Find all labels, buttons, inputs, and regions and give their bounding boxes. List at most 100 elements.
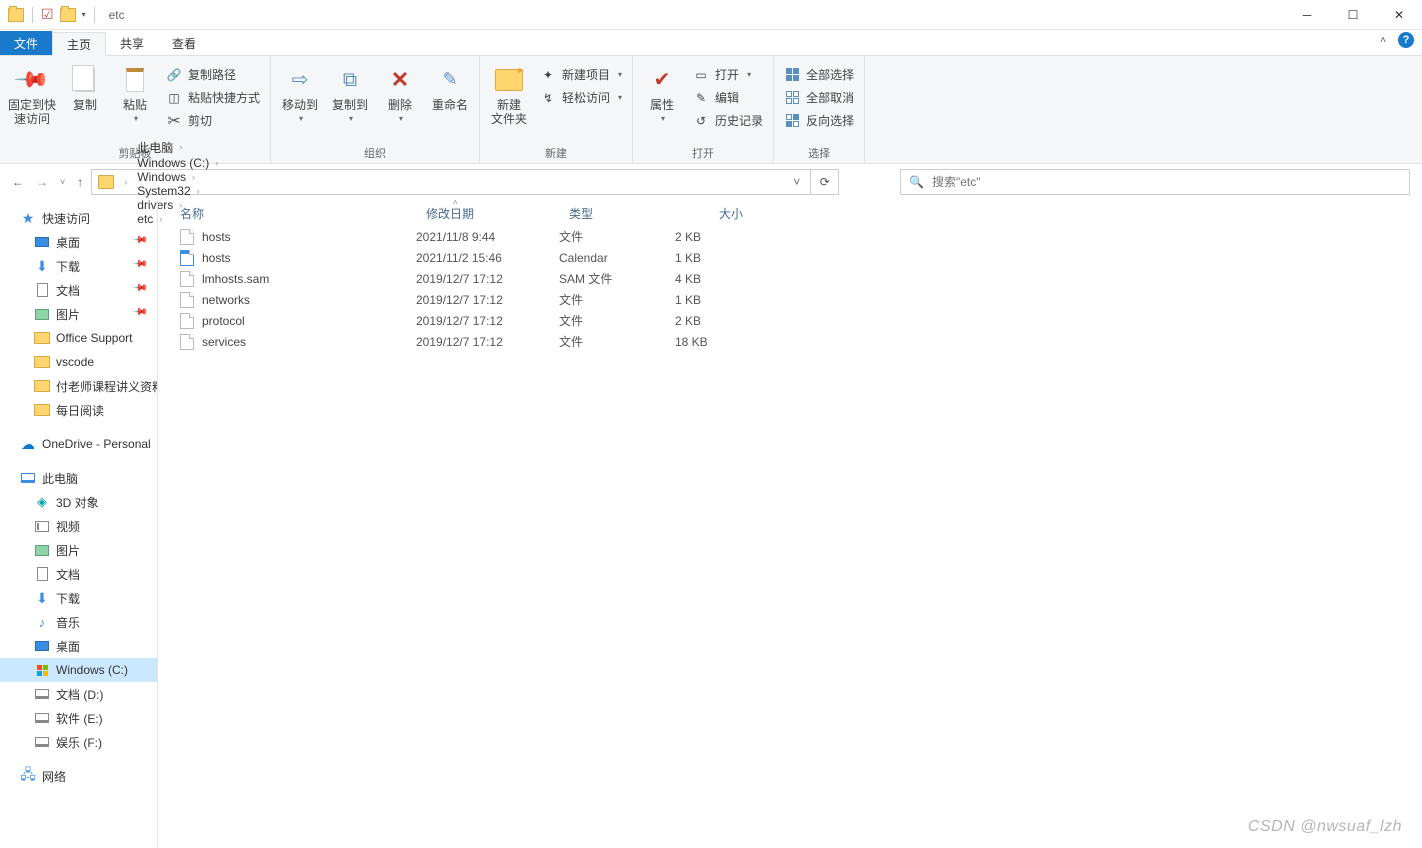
newfolder-button[interactable]: 新建 文件夹 — [486, 62, 532, 127]
label: 固定到快 速访问 — [8, 98, 56, 127]
close-button[interactable]: ✕ — [1376, 0, 1422, 30]
paste-shortcut-button[interactable]: ◫ 粘贴快捷方式 — [162, 87, 264, 108]
tree-item[interactable]: 桌面 — [0, 634, 157, 658]
chevron-right-icon[interactable]: › — [197, 186, 200, 196]
address-dropdown-button[interactable]: ˅ — [785, 175, 808, 189]
tree-item[interactable]: 每日阅读 — [0, 398, 157, 422]
tree-item-label: vscode — [56, 355, 94, 369]
tab-view[interactable]: 查看 — [158, 31, 210, 55]
tree-item[interactable]: 娱乐 (F:) — [0, 730, 157, 754]
copy-path-icon: 🔗 — [166, 67, 182, 83]
tree-item-label: 桌面 — [56, 234, 80, 251]
search-box[interactable]: 🔍 — [900, 169, 1410, 195]
copy-button[interactable]: 复制 — [62, 62, 108, 112]
up-button[interactable]: ↑ — [77, 175, 83, 189]
column-date[interactable]: 修改日期 — [416, 200, 559, 226]
breadcrumb-segment[interactable]: Windows (C:)› — [133, 156, 222, 170]
file-icon — [180, 292, 194, 308]
tree-item[interactable]: 文档📌 — [0, 278, 157, 302]
search-input[interactable] — [932, 175, 1401, 189]
address-bar[interactable]: › 此电脑›Windows (C:)›Windows›System32›driv… — [91, 169, 811, 195]
open-button[interactable]: ▭打开▾ — [689, 64, 767, 85]
label: 重命名 — [432, 98, 468, 112]
paste-shortcut-icon: ◫ — [166, 90, 182, 106]
file-row[interactable]: protocol 2019/12/7 17:12 文件 2 KB — [158, 310, 1422, 331]
tab-home[interactable]: 主页 — [52, 32, 106, 56]
tree-quickaccess[interactable]: ★快速访问 — [0, 206, 157, 230]
column-type[interactable]: 类型 — [559, 200, 675, 226]
chevron-right-icon[interactable]: › — [179, 142, 182, 152]
tree-item[interactable]: vscode — [0, 350, 157, 374]
maximize-button[interactable]: ☐ — [1330, 0, 1376, 30]
history-button[interactable]: ↺历史记录 — [689, 110, 767, 131]
breadcrumb-segment[interactable]: Windows› — [133, 170, 222, 184]
label: 粘贴快捷方式 — [188, 89, 260, 106]
selectall-button[interactable]: 全部选择 — [780, 64, 858, 85]
tree-onedrive[interactable]: ☁OneDrive - Personal — [0, 432, 157, 456]
refresh-button[interactable]: ⟳ — [811, 169, 839, 195]
copyto-button[interactable]: ⧉复制到▾ — [327, 62, 373, 124]
tree-item[interactable]: Windows (C:) — [0, 658, 157, 682]
breadcrumb-segment[interactable]: 此电脑› — [133, 139, 222, 156]
easyaccess-button[interactable]: ↯轻松访问▾ — [536, 87, 626, 108]
tree-item[interactable]: 文档 (D:) — [0, 682, 157, 706]
label: 历史记录 — [715, 112, 763, 129]
tree-item[interactable]: 桌面📌 — [0, 230, 157, 254]
tree-item[interactable]: 图片 — [0, 538, 157, 562]
file-row[interactable]: networks 2019/12/7 17:12 文件 1 KB — [158, 289, 1422, 310]
edit-button[interactable]: ✎编辑 — [689, 87, 767, 108]
group-label: 新建 — [486, 143, 626, 163]
rename-icon: ✎ — [442, 69, 457, 91]
file-row[interactable]: lmhosts.sam 2019/12/7 17:12 SAM 文件 4 KB — [158, 268, 1422, 289]
pin-icon: 📌 — [131, 280, 152, 301]
help-icon[interactable]: ? — [1398, 32, 1414, 48]
tree-item[interactable]: ♪音乐 — [0, 610, 157, 634]
rename-button[interactable]: ✎ 重命名 — [427, 62, 473, 112]
chevron-right-icon[interactable]: › — [215, 158, 218, 168]
column-size[interactable]: 大小 — [675, 200, 753, 226]
cut-button[interactable]: ✂剪切 — [162, 110, 264, 131]
moveto-button[interactable]: ⇨移动到▾ — [277, 62, 323, 124]
tree-network[interactable]: 🖧网络 — [0, 764, 157, 788]
column-name[interactable]: 名称 — [158, 200, 416, 226]
chevron-right-icon[interactable]: › — [192, 172, 195, 182]
tree-item-icon — [34, 355, 50, 369]
qat-properties-icon[interactable]: ☑ — [41, 6, 54, 23]
forward-button[interactable]: → — [36, 175, 48, 189]
chevron-right-icon[interactable]: › — [124, 177, 127, 187]
app-icon[interactable] — [8, 8, 24, 22]
qat-newfolder-icon[interactable] — [60, 8, 76, 22]
copy-path-button[interactable]: 🔗复制路径 — [162, 64, 264, 85]
selectnone-button[interactable]: 全部取消 — [780, 87, 858, 108]
tab-file[interactable]: 文件 — [0, 31, 52, 55]
properties-button[interactable]: ✔属性▾ — [639, 62, 685, 124]
tree-item[interactable]: Office Support — [0, 326, 157, 350]
delete-button[interactable]: ✕删除▾ — [377, 62, 423, 124]
file-row[interactable]: hosts 2021/11/2 15:46 Calendar 1 KB — [158, 247, 1422, 268]
breadcrumb-segment[interactable]: System32› — [133, 184, 222, 198]
nav-tree[interactable]: ★快速访问 桌面📌⬇下载📌文档📌图片📌Office Supportvscode付… — [0, 200, 158, 848]
invert-button[interactable]: 反向选择 — [780, 110, 858, 131]
tree-item[interactable]: 软件 (E:) — [0, 706, 157, 730]
paste-button[interactable]: 粘贴 ▾ — [112, 62, 158, 124]
pin-to-quickaccess-button[interactable]: 📌 固定到快 速访问 — [6, 62, 58, 127]
tree-item[interactable]: 图片📌 — [0, 302, 157, 326]
tree-item[interactable]: ⬇下载📌 — [0, 254, 157, 278]
minimize-ribbon-button[interactable]: ˄ — [1380, 35, 1386, 46]
file-row[interactable]: services 2019/12/7 17:12 文件 18 KB — [158, 331, 1422, 352]
minimize-button[interactable]: ─ — [1284, 0, 1330, 30]
navbar: ← → ˅ ↑ › 此电脑›Windows (C:)›Windows›Syste… — [0, 164, 1422, 200]
tree-item-label: Office Support — [56, 331, 133, 345]
tree-item[interactable]: ◈3D 对象 — [0, 490, 157, 514]
tree-item[interactable]: ⬇下载 — [0, 586, 157, 610]
qat-customize-icon[interactable]: ▾ — [82, 10, 86, 19]
tree-item[interactable]: 文档 — [0, 562, 157, 586]
file-row[interactable]: hosts 2021/11/8 9:44 文件 2 KB — [158, 226, 1422, 247]
recent-locations-button[interactable]: ˅ — [60, 177, 65, 187]
tree-thispc[interactable]: 此电脑 — [0, 466, 157, 490]
back-button[interactable]: ← — [12, 175, 24, 189]
newitem-button[interactable]: ✦新建项目▾ — [536, 64, 626, 85]
tree-item[interactable]: 付老师课程讲义资料 — [0, 374, 157, 398]
tab-share[interactable]: 共享 — [106, 31, 158, 55]
tree-item[interactable]: 视频 — [0, 514, 157, 538]
